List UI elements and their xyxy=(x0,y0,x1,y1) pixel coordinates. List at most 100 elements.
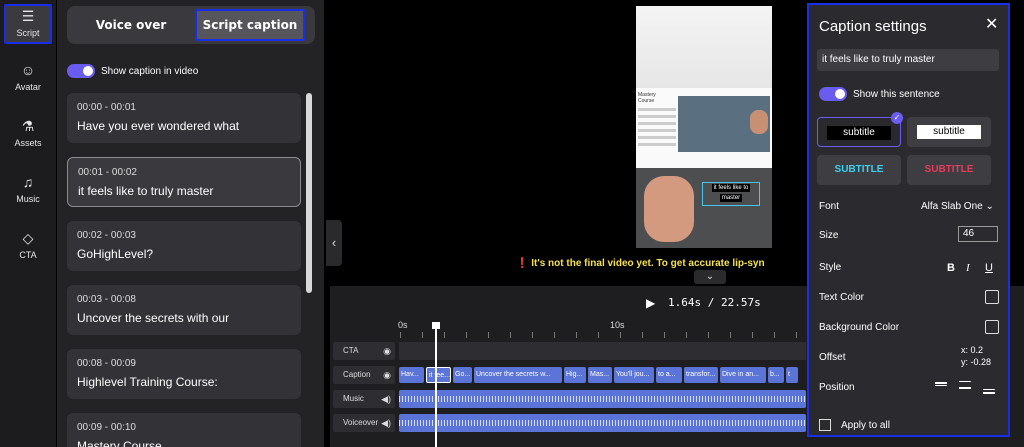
nav-avatar[interactable]: ☺ Avatar xyxy=(4,60,52,100)
tab-script-caption[interactable]: Script caption xyxy=(195,9,305,41)
style-preset-red[interactable]: SUBTITLE xyxy=(907,155,991,185)
eye-icon[interactable]: ◉ xyxy=(383,366,391,384)
caption-item[interactable]: 00:03 - 00:08 Uncover the secrets with o… xyxy=(67,285,301,335)
track-name: Voiceover xyxy=(343,418,379,427)
caption-clip[interactable]: You'll jou... xyxy=(614,367,654,383)
caption-item[interactable]: 00:02 - 00:03 GoHighLevel? xyxy=(67,221,301,271)
preview-caption-overlay[interactable]: it feels like to master xyxy=(702,182,760,206)
caption-sentence-input[interactable]: it feels like to truly master xyxy=(817,49,999,71)
caption-text: GoHighLevel? xyxy=(77,247,154,261)
playback-time: 1.64s / 22.57s xyxy=(668,296,761,309)
underline-icon[interactable]: U xyxy=(985,262,993,274)
caption-time: 00:08 - 00:09 xyxy=(77,358,136,369)
apply-to-all-row[interactable]: Apply to all xyxy=(819,419,890,431)
track-name: CTA xyxy=(343,346,359,355)
caption-settings-panel: Caption settings ✕ it feels like to trul… xyxy=(807,3,1010,437)
caption-clip[interactable]: t xyxy=(786,367,798,383)
show-caption-toggle[interactable] xyxy=(67,64,95,78)
current-time: 1.64s xyxy=(668,296,702,309)
bold-icon[interactable]: B xyxy=(947,262,955,274)
caption-item-selected[interactable]: 00:01 - 00:02 it feels like to truly mas… xyxy=(67,157,301,207)
style-label: Style xyxy=(819,262,842,273)
style-preset-cyan[interactable]: SUBTITLE xyxy=(817,155,901,185)
caption-item[interactable]: 00:00 - 00:01 Have you ever wondered wha… xyxy=(67,93,301,143)
align-bottom-icon[interactable] xyxy=(981,381,997,395)
show-caption-toggle-row: Show caption in video xyxy=(67,63,198,79)
style-preset-label: subtitle xyxy=(827,126,891,140)
total-time: 22.57s xyxy=(721,296,761,309)
caption-time: 00:09 - 00:10 xyxy=(77,422,136,433)
ruler-label-0: 0s xyxy=(398,320,408,330)
music-icon: ♫ xyxy=(22,174,34,190)
style-preset-white[interactable]: subtitle xyxy=(907,117,991,147)
italic-icon[interactable]: I xyxy=(966,262,970,274)
nav-script[interactable]: ☰ Script xyxy=(4,4,52,44)
chevron-left-icon: ‹ xyxy=(331,235,337,250)
chevron-down-icon: ⌄ xyxy=(705,271,715,282)
play-icon[interactable]: ▶ xyxy=(646,296,655,310)
video-preview[interactable]: Mastery Course it feels like to master xyxy=(636,6,772,248)
playhead[interactable] xyxy=(432,322,440,447)
nav-cta[interactable]: ◇ CTA xyxy=(4,228,52,268)
voiceover-waveform-clip[interactable] xyxy=(399,414,806,432)
script-scrollbar[interactable] xyxy=(306,93,312,293)
background-color-swatch[interactable] xyxy=(985,320,999,334)
text-color-swatch[interactable] xyxy=(985,290,999,304)
background-color-label: Background Color xyxy=(819,322,900,333)
nav-assets[interactable]: ⚗ Assets xyxy=(4,116,52,156)
caption-text: it feels like to truly master xyxy=(78,184,214,198)
timeline-ruler[interactable]: 0s 10s xyxy=(398,320,804,332)
tab-voice-over[interactable]: Voice over xyxy=(71,9,191,41)
caption-clip[interactable]: Uncover the secrets w... xyxy=(474,367,562,383)
style-preset-label: subtitle xyxy=(917,125,981,139)
caption-clip[interactable]: Hav... xyxy=(399,367,424,383)
expand-timeline-button[interactable]: ⌄ xyxy=(694,270,726,284)
close-icon[interactable]: ✕ xyxy=(985,14,998,34)
caption-time: 00:01 - 00:02 xyxy=(78,167,137,178)
nav-cta-label: CTA xyxy=(19,250,37,260)
track-label-music: Music ◀) xyxy=(333,390,395,408)
caption-clip[interactable]: Go... xyxy=(453,367,472,383)
track-label-caption: Caption ◉ xyxy=(333,366,395,384)
caption-clip-selected[interactable]: it fee... xyxy=(426,367,451,383)
style-preset-black[interactable]: subtitle xyxy=(817,117,901,147)
size-input[interactable]: 46 xyxy=(958,226,998,242)
track-lane-cta[interactable] xyxy=(399,342,806,360)
collapse-panel-button[interactable]: ‹ xyxy=(326,220,342,266)
check-icon: ✓ xyxy=(891,112,903,124)
music-waveform-clip[interactable] xyxy=(399,390,806,408)
font-dropdown[interactable]: Alfa Slab One ⌄ xyxy=(921,201,994,212)
tag-icon: ◇ xyxy=(22,230,34,246)
nav-assets-label: Assets xyxy=(14,138,42,148)
avatar-icon: ☺ xyxy=(20,62,36,78)
font-label: Font xyxy=(819,201,840,212)
track-name: Caption xyxy=(343,370,371,379)
preview-course-video xyxy=(678,96,770,152)
align-top-icon[interactable] xyxy=(933,381,949,395)
caption-text: Highlevel Training Course: xyxy=(77,375,218,389)
text-color-label: Text Color xyxy=(819,292,865,303)
offset-label: Offset xyxy=(819,352,846,363)
eye-icon[interactable]: ◉ xyxy=(383,342,391,360)
volume-icon[interactable]: ◀) xyxy=(381,414,391,432)
caption-clip[interactable]: Mas... xyxy=(588,367,612,383)
align-middle-icon[interactable] xyxy=(957,381,973,395)
caption-clip[interactable]: Hig... xyxy=(564,367,586,383)
caption-settings-title: Caption settings xyxy=(819,18,927,35)
nav-music[interactable]: ♫ Music xyxy=(4,172,52,212)
track-lane-caption: Hav... it fee... Go... Uncover the secre… xyxy=(399,366,806,384)
caption-item[interactable]: 00:09 - 00:10 Mastery Course xyxy=(67,413,301,447)
show-sentence-toggle[interactable] xyxy=(819,87,847,101)
caption-clip[interactable]: b... xyxy=(768,367,784,383)
volume-icon[interactable]: ◀) xyxy=(381,390,391,408)
flask-icon: ⚗ xyxy=(21,118,35,134)
apply-to-all-checkbox[interactable] xyxy=(819,419,831,431)
offset-x-value[interactable]: x: 0.2 xyxy=(961,345,983,355)
caption-clip[interactable]: transfor... xyxy=(684,367,718,383)
caption-item[interactable]: 00:08 - 00:09 Highlevel Training Course: xyxy=(67,349,301,399)
preview-course-screen: Mastery Course xyxy=(636,88,772,168)
ruler-label-10: 10s xyxy=(610,320,625,330)
caption-clip[interactable]: to a... xyxy=(656,367,682,383)
offset-y-value[interactable]: y: -0.28 xyxy=(961,357,991,367)
caption-clip[interactable]: Dive in an... xyxy=(720,367,766,383)
